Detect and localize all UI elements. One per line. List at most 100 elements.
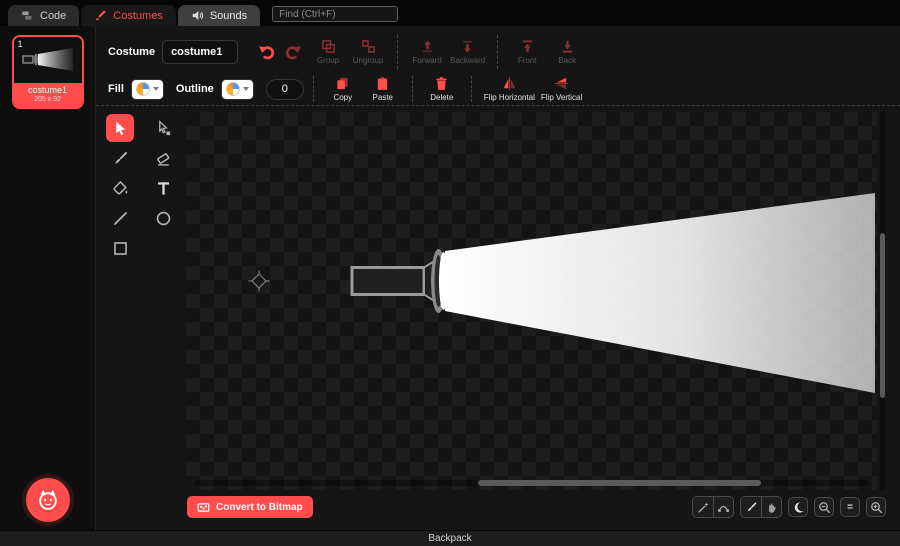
vertical-scrollbar[interactable] bbox=[880, 112, 885, 490]
front-button[interactable]: Front bbox=[510, 39, 544, 65]
backpack-bar[interactable]: Backpack bbox=[0, 530, 900, 546]
hand-mode-button[interactable] bbox=[761, 497, 781, 517]
group-button[interactable]: Group bbox=[311, 39, 345, 65]
paste-label: Paste bbox=[372, 93, 394, 102]
toolbar-separator bbox=[397, 35, 399, 69]
zoom-in-icon bbox=[870, 501, 882, 513]
flip-horizontal-button[interactable]: Flip Horizontal bbox=[484, 76, 535, 102]
costume-card[interactable]: 1 costume1 205 x 92 bbox=[11, 35, 84, 109]
select-tool[interactable] bbox=[106, 114, 134, 142]
ungroup-icon bbox=[361, 40, 375, 53]
horizontal-scrollbar-thumb[interactable] bbox=[477, 480, 761, 486]
group-icon bbox=[321, 40, 335, 53]
zoom-in-button[interactable] bbox=[866, 497, 886, 517]
back-label: Back bbox=[558, 56, 577, 65]
costume-size: 205 x 92 bbox=[34, 96, 61, 103]
costume-list-panel: 1 costume1 205 x 92 bbox=[0, 26, 96, 530]
dark-mode-toggle[interactable] bbox=[788, 497, 808, 517]
toolbar-separator bbox=[470, 76, 472, 102]
paste-icon bbox=[378, 77, 388, 90]
flashlight-drawing bbox=[248, 193, 875, 393]
find-input[interactable] bbox=[272, 6, 399, 22]
flip-horizontal-icon bbox=[503, 76, 516, 91]
hand-icon bbox=[769, 502, 776, 513]
tab-sounds-label: Sounds bbox=[209, 9, 248, 22]
horizontal-scrollbar[interactable] bbox=[194, 480, 869, 486]
bezier-curve-icon bbox=[718, 505, 729, 512]
outline-label: Outline bbox=[175, 83, 214, 95]
paint-brush-icon bbox=[95, 10, 107, 21]
forward-button[interactable]: Forward bbox=[410, 39, 444, 65]
add-costume-button[interactable] bbox=[25, 478, 70, 522]
redo-button[interactable] bbox=[282, 41, 304, 63]
zoom-reset-button[interactable]: = bbox=[840, 497, 860, 517]
backpack-label: Backpack bbox=[428, 533, 472, 544]
back-button[interactable]: Back bbox=[550, 39, 584, 65]
fill-color-swatch bbox=[135, 82, 150, 96]
paint-canvas[interactable] bbox=[186, 112, 877, 490]
brush-mode-button[interactable] bbox=[741, 497, 761, 517]
delete-label: Delete bbox=[430, 93, 454, 102]
reshape-icon bbox=[158, 119, 170, 135]
brush-tool[interactable] bbox=[106, 144, 134, 172]
outline-width-input[interactable] bbox=[265, 78, 304, 100]
group-label: Group bbox=[316, 56, 340, 65]
moon-icon bbox=[794, 501, 804, 513]
toolbar-separator bbox=[497, 35, 499, 69]
ungroup-button[interactable]: Ungroup bbox=[351, 39, 385, 65]
zoom-out-button[interactable] bbox=[814, 497, 834, 517]
tab-costumes-label: Costumes bbox=[113, 9, 163, 22]
costume-thumbnail-image bbox=[21, 48, 73, 71]
text-tool[interactable] bbox=[149, 174, 177, 202]
speaker-icon bbox=[192, 11, 203, 20]
tool-palette bbox=[106, 114, 177, 262]
fill-tool[interactable] bbox=[106, 174, 134, 202]
pointer-mode-group bbox=[740, 496, 782, 518]
forward-label: Forward bbox=[412, 56, 442, 65]
layer-backward-icon bbox=[462, 40, 473, 53]
layer-front-icon bbox=[522, 40, 532, 53]
backward-button[interactable]: Backward bbox=[450, 39, 485, 65]
code-blocks-icon bbox=[22, 11, 32, 20]
copy-button[interactable]: Copy bbox=[326, 76, 360, 102]
paste-button[interactable]: Paste bbox=[366, 76, 400, 102]
tab-code-label: Code bbox=[40, 9, 67, 22]
toolbar-separator bbox=[411, 76, 413, 102]
copy-icon bbox=[337, 77, 348, 90]
tab-sounds[interactable]: Sounds bbox=[177, 5, 261, 26]
costume-name: costume1 bbox=[27, 85, 68, 95]
line-tool[interactable] bbox=[106, 204, 134, 232]
layer-forward-icon bbox=[422, 40, 432, 53]
wand-mode-button[interactable] bbox=[693, 497, 713, 517]
wand-icon bbox=[697, 501, 708, 513]
canvas-mode-buttons: = bbox=[692, 496, 886, 518]
vertical-scrollbar-thumb[interactable] bbox=[880, 233, 885, 398]
bezier-mode-button[interactable] bbox=[713, 497, 733, 517]
tab-code[interactable]: Code bbox=[8, 5, 80, 26]
costume-name-input[interactable] bbox=[162, 40, 239, 64]
zoom-reset-label: = bbox=[847, 501, 853, 513]
undo-button[interactable] bbox=[256, 41, 278, 63]
costume-label: Costume bbox=[108, 46, 156, 58]
tab-costumes[interactable]: Costumes bbox=[81, 5, 176, 26]
cat-icon bbox=[38, 489, 57, 510]
outline-color-swatch bbox=[225, 82, 240, 96]
rectangle-tool[interactable] bbox=[106, 234, 134, 262]
convert-to-bitmap-label: Convert to Bitmap bbox=[216, 501, 303, 513]
flip-vertical-icon bbox=[555, 77, 569, 90]
toolbar-separator bbox=[312, 76, 314, 102]
outline-color-button[interactable] bbox=[220, 78, 254, 100]
select-cursor-icon bbox=[115, 121, 125, 135]
flip-horizontal-label: Flip Horizontal bbox=[483, 93, 535, 102]
delete-button[interactable]: Delete bbox=[425, 76, 459, 102]
reshape-tool[interactable] bbox=[149, 114, 177, 142]
convert-to-bitmap-button[interactable]: Convert to Bitmap bbox=[187, 496, 313, 518]
trash-icon bbox=[436, 77, 447, 90]
bitmap-icon bbox=[197, 502, 210, 512]
flip-vertical-button[interactable]: Flip Vertical bbox=[541, 76, 582, 102]
circle-tool[interactable] bbox=[149, 204, 177, 232]
fill-color-button[interactable] bbox=[130, 78, 164, 100]
costume-thumbnail bbox=[13, 37, 82, 83]
paint-bucket-icon bbox=[112, 180, 127, 194]
eraser-tool[interactable] bbox=[149, 144, 177, 172]
